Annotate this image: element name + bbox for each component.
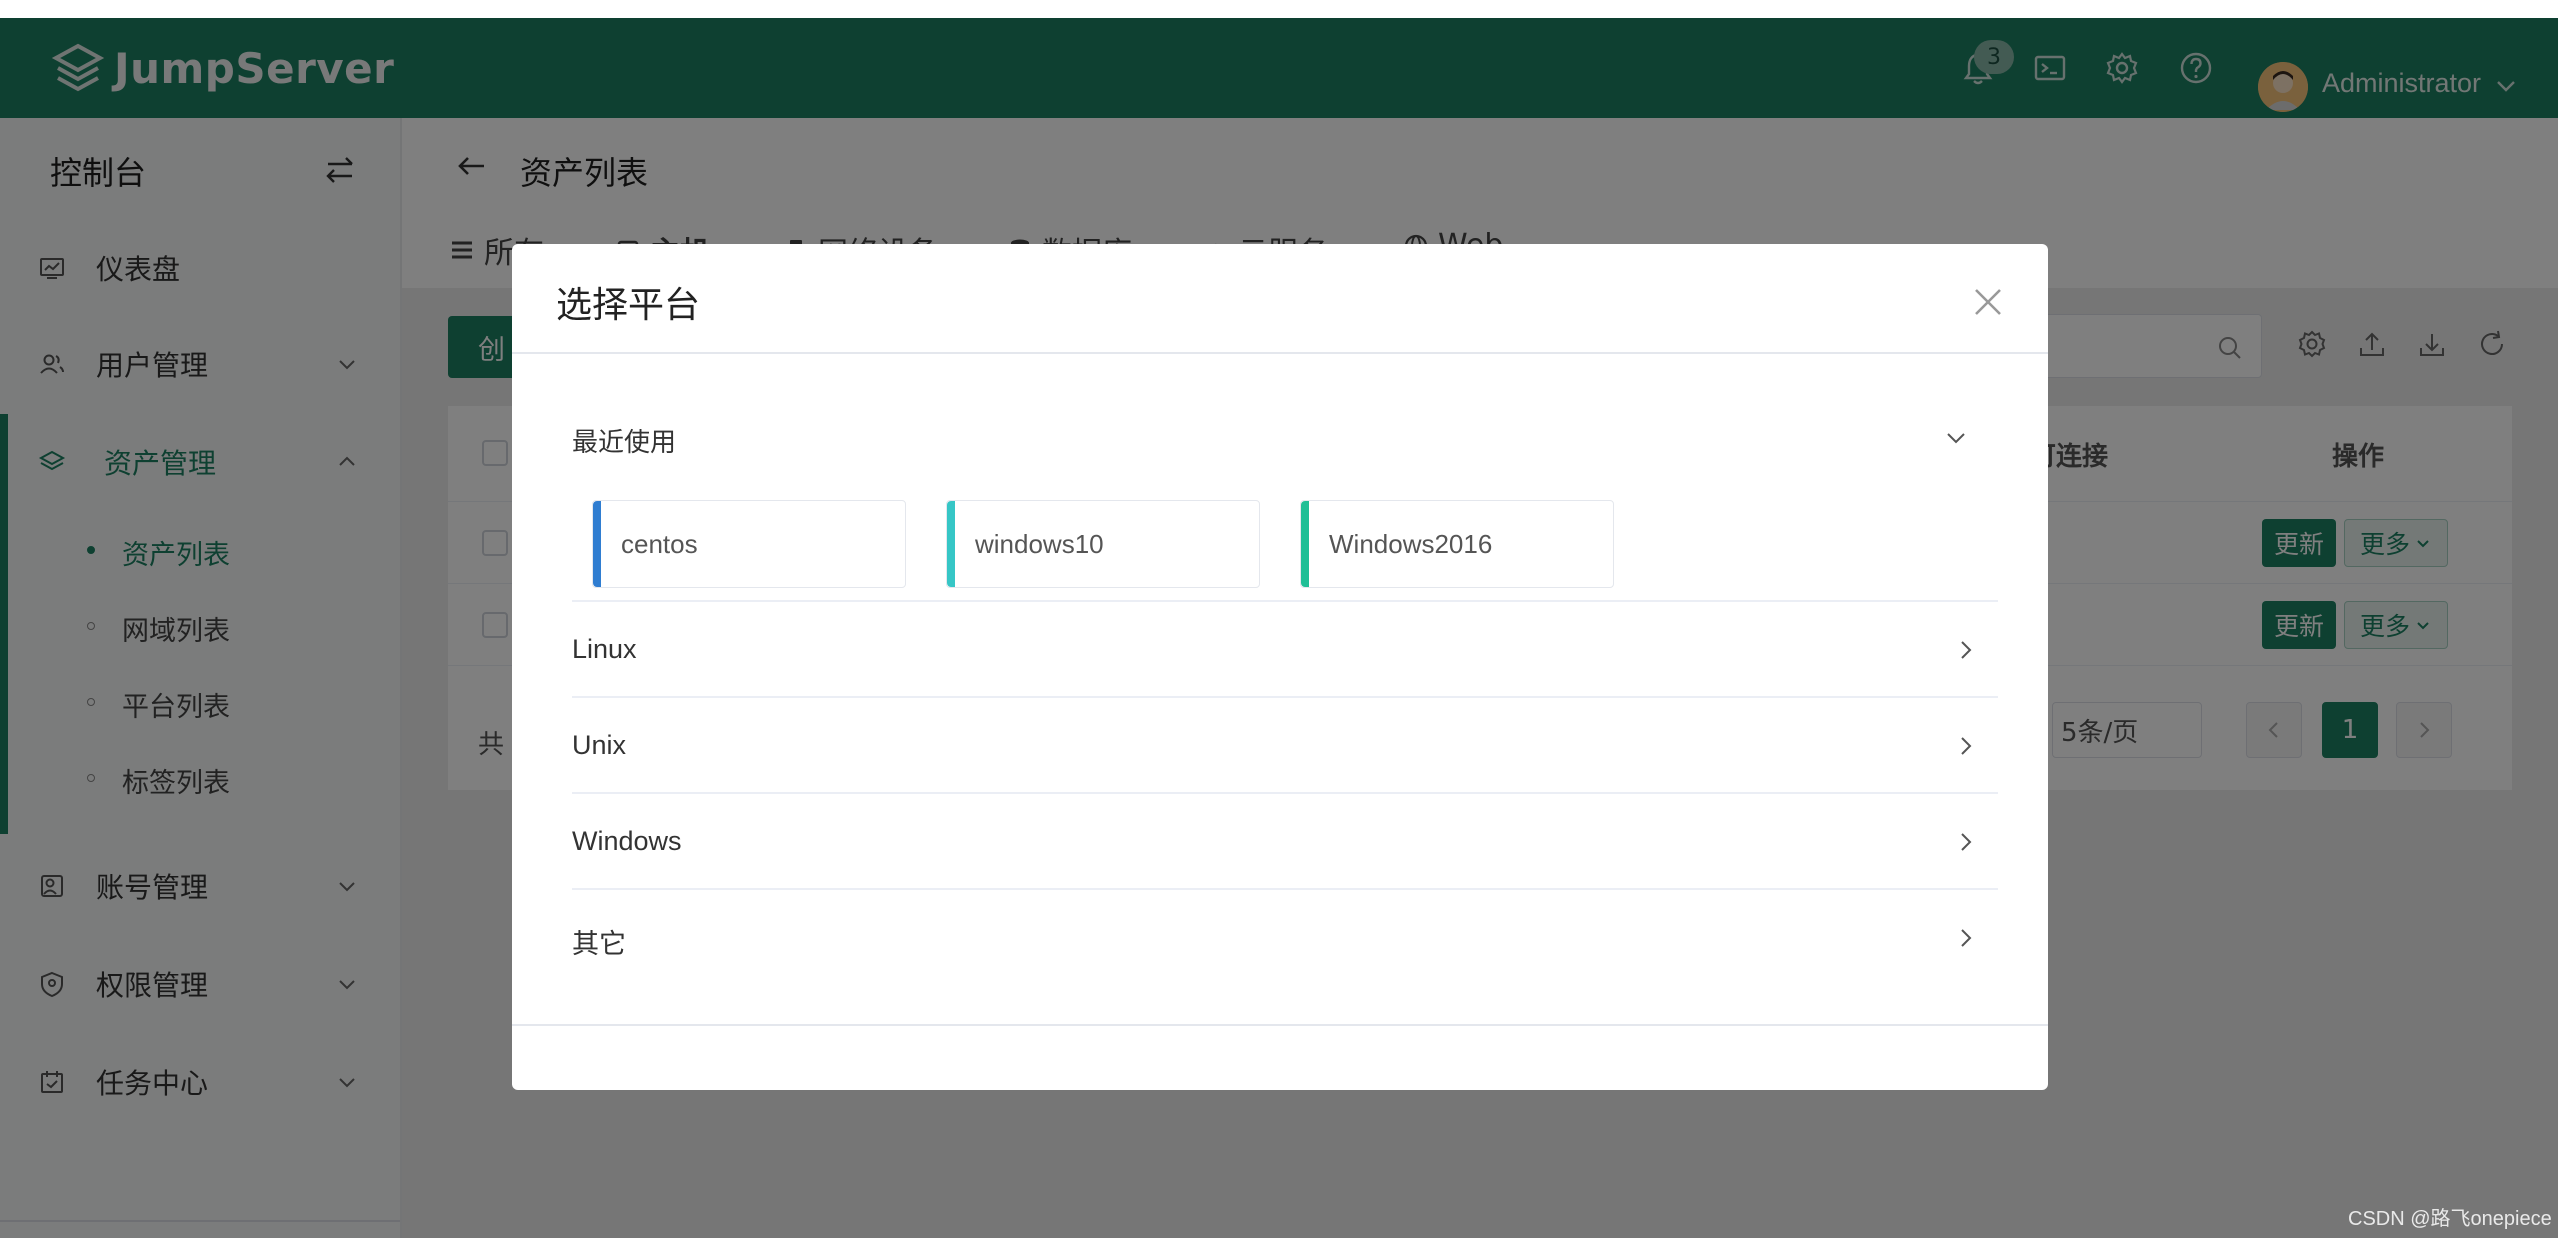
- chevron-right-icon: [1961, 737, 1972, 755]
- category-name: Linux: [572, 634, 637, 664]
- dialog-footer-divider: [512, 1024, 2048, 1026]
- category-row-windows[interactable]: Windows: [572, 792, 1998, 888]
- select-platform-dialog: 选择平台 最近使用 centos windows10 Windows2016 L…: [512, 244, 2048, 1090]
- close-icon[interactable]: [1968, 282, 2008, 322]
- category-row-unix[interactable]: Unix: [572, 696, 1998, 792]
- platform-name: Windows2016: [1329, 529, 1493, 559]
- watermark: CSDN @路飞onepiece: [2348, 1208, 2552, 1230]
- category-name: 其它: [572, 929, 626, 959]
- category-name: Unix: [572, 730, 627, 760]
- platform-card-windows10[interactable]: windows10: [946, 500, 1260, 588]
- platform-color-stripe: [1301, 501, 1309, 587]
- chevron-down-icon[interactable]: [1942, 424, 1970, 452]
- chevron-right-icon: [1961, 641, 1972, 659]
- chevron-right-icon: [1961, 833, 1972, 851]
- platform-color-stripe: [593, 501, 601, 587]
- chevron-right-icon: [1961, 929, 1972, 947]
- category-row-other[interactable]: 其它: [572, 888, 1998, 984]
- dialog-header-divider: [512, 352, 2048, 354]
- platform-name: windows10: [975, 529, 1104, 559]
- top-strip: [0, 0, 2558, 18]
- platform-color-stripe: [947, 501, 955, 587]
- category-name: Windows: [572, 826, 682, 856]
- platform-card-windows2016[interactable]: Windows2016: [1300, 500, 1614, 588]
- platform-card-centos[interactable]: centos: [592, 500, 906, 588]
- category-row-linux[interactable]: Linux: [572, 600, 1998, 696]
- dialog-title: 选择平台: [556, 285, 701, 326]
- platform-name: centos: [621, 529, 698, 559]
- recent-section-title[interactable]: 最近使用: [572, 422, 676, 459]
